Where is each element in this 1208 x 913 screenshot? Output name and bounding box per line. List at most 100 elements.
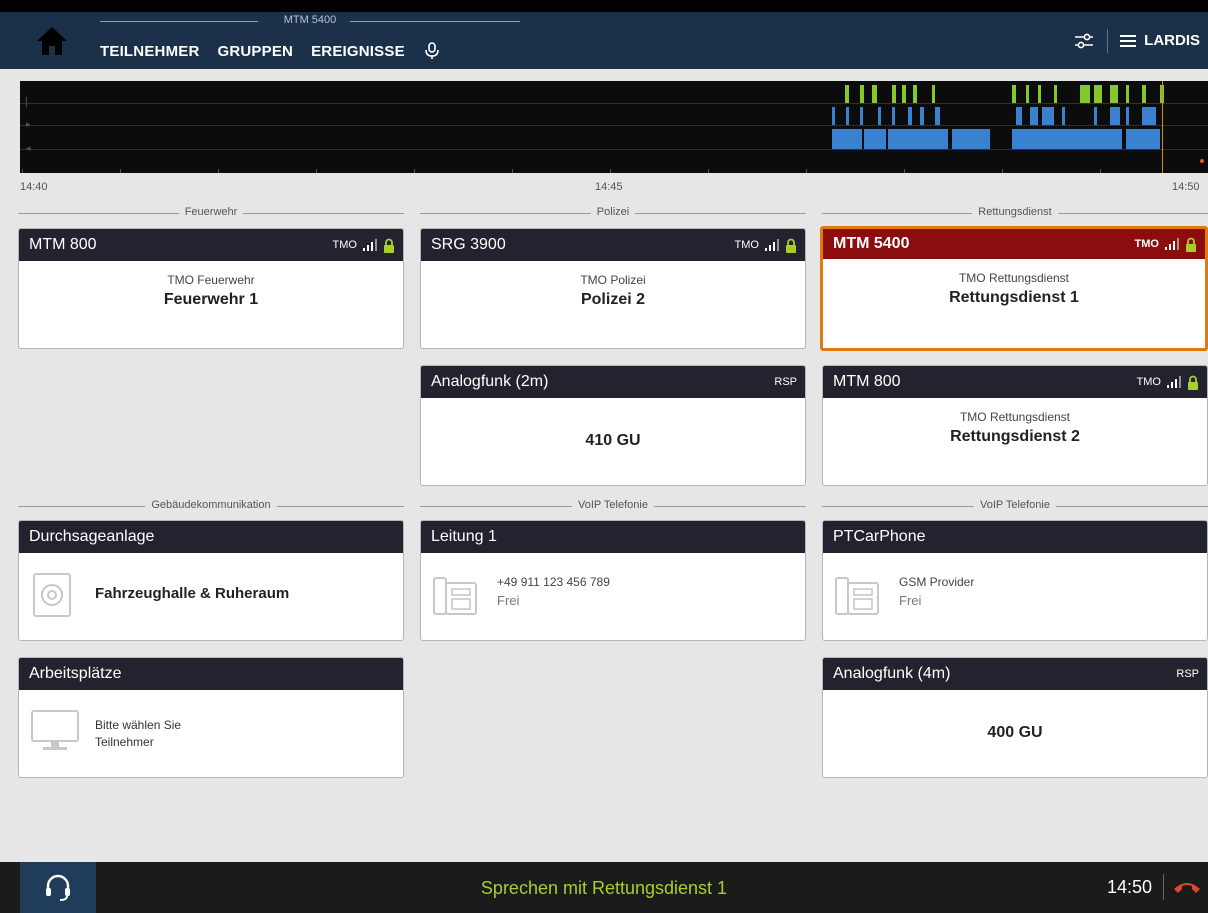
network-label: TMO: [1136, 376, 1161, 388]
provider-name: GSM Provider: [899, 575, 975, 589]
nav-ereignisse[interactable]: EREIGNISSE: [311, 43, 405, 60]
card-analogfunk-4m[interactable]: Analogfunk (4m) RSP 400 GU: [822, 657, 1208, 778]
hang-up-icon[interactable]: [1172, 874, 1202, 900]
main-grid: Feuerwehr Polizei Rettungsdienst MTM 800…: [0, 196, 1208, 862]
card-analogfunk-2m[interactable]: Analogfunk (2m) RSP 410 GU: [420, 365, 806, 486]
card-header: MTM 800 TMO: [823, 366, 1207, 398]
activity-timeline[interactable]: ▏ ▸ ◂: [20, 81, 1208, 173]
card-leitung-1[interactable]: Leitung 1 +49 911 123 456 789 Frei: [420, 520, 806, 641]
lock-icon: [1186, 237, 1196, 252]
home-icon: [37, 26, 67, 55]
menu-label: LARDIS: [1144, 32, 1200, 49]
card-title: MTM 800: [833, 373, 901, 390]
talkgroup-network: TMO Polizei: [580, 273, 646, 287]
section-label-text: Gebäudekommunikation: [145, 499, 277, 511]
timeline-activity-mark: [1126, 85, 1129, 103]
menu-button[interactable]: LARDIS: [1120, 32, 1200, 49]
timeline-activity-mark: [920, 107, 924, 125]
timeline-tick: [904, 169, 905, 173]
header-divider: [1107, 28, 1109, 53]
clock: 14:50: [1106, 877, 1152, 897]
desk-phone-icon: [433, 577, 477, 615]
network-label: RSP: [774, 376, 797, 388]
timeline-activity-mark: [845, 85, 849, 103]
timeline-activity-mark: [1126, 129, 1160, 149]
nav-teilnehmer[interactable]: TEILNEHMER: [100, 43, 200, 60]
workplace-prompt-line2: Teilnehmer: [95, 735, 154, 749]
section-feuerwehr: Feuerwehr: [18, 206, 404, 220]
talkgroup-name: Rettungsdienst 1: [949, 289, 1079, 306]
timeline-activity-mark: [908, 107, 912, 125]
timeline-activity-mark: [846, 107, 849, 125]
talkgroup-name: Rettungsdienst 2: [950, 428, 1080, 445]
card-mtm800-feuerwehr[interactable]: MTM 800 TMO TMO Feuerwehr Feuerwehr 1: [18, 228, 404, 349]
signal-icon: [1167, 376, 1181, 388]
card-title: Arbeitsplätze: [29, 665, 122, 682]
speaker-icon: [33, 573, 71, 617]
row-marker-icon: ▸: [26, 119, 31, 129]
recording-dot: [1200, 159, 1204, 163]
signal-icon: [363, 239, 377, 251]
timeline-activity-mark: [1042, 107, 1054, 125]
timeline-activity-mark: [872, 85, 877, 103]
timeline-activity-mark: [864, 129, 886, 149]
phone-number: +49 911 123 456 789: [497, 575, 610, 589]
nav-gruppen[interactable]: GRUPPEN: [218, 43, 294, 60]
card-header: MTM 5400 TMO: [823, 229, 1205, 259]
home-button[interactable]: [20, 12, 84, 69]
card-header: Analogfunk (2m) RSP: [421, 366, 805, 398]
settings-sliders-icon[interactable]: [1073, 31, 1095, 51]
card-header: MTM 800 TMO: [19, 229, 403, 261]
timeline-label-mid: 14:45: [595, 181, 623, 193]
timeline-activity-mark: [902, 85, 906, 103]
line-status: Frei: [497, 593, 520, 608]
timeline-activity-mark: [1142, 107, 1156, 125]
timeline-activity-mark: [1142, 85, 1146, 103]
card-ptcarphone[interactable]: PTCarPhone GSM Provider Frei: [822, 520, 1208, 641]
card-mtm5400-rettungsdienst[interactable]: MTM 5400 TMO TMO Rettungsdienst Rettungs…: [820, 226, 1208, 351]
timeline-label-start: 14:40: [20, 181, 48, 193]
timeline-activity-mark: [1030, 107, 1038, 125]
timeline-activity-mark: [1110, 107, 1120, 125]
section-voip-1: VoIP Telefonie: [420, 499, 806, 513]
card-title: Analogfunk (2m): [431, 373, 549, 390]
timeline-now-cursor: [1162, 81, 1163, 173]
timeline-activity-mark: [952, 129, 990, 149]
timeline-tick: [316, 169, 317, 173]
section-gebaeudekommunikation: Gebäudekommunikation: [18, 499, 404, 513]
card-title: Durchsageanlage: [29, 528, 155, 545]
card-title: Leitung 1: [431, 528, 497, 545]
card-header: Leitung 1: [421, 521, 805, 553]
timeline-activity-mark: [1080, 85, 1090, 103]
timeline-tick: [1002, 169, 1003, 173]
talkgroup-name: Feuerwehr 1: [163, 291, 259, 308]
device-name: MTM 5400: [283, 14, 337, 26]
card-srg3900-polizei[interactable]: SRG 3900 TMO TMO Polizei Polizei 2: [420, 228, 806, 349]
card-title: MTM 5400: [833, 235, 910, 252]
timeline-activity-mark: [932, 85, 935, 103]
timeline-activity-mark: [1094, 107, 1097, 125]
timeline-activity-mark: [1012, 129, 1122, 149]
card-header: PTCarPhone: [823, 521, 1207, 553]
card-durchsageanlage[interactable]: Durchsageanlage Fahrzeughalle & Ruheraum: [18, 520, 404, 641]
timeline-activity-mark: [878, 107, 881, 125]
timeline-tick: [22, 169, 23, 173]
card-header: Analogfunk (4m) RSP: [823, 658, 1207, 690]
footer-divider: [1163, 874, 1164, 900]
timeline-activity-mark: [935, 107, 940, 125]
device-title: MTM 5400: [100, 14, 520, 27]
talkgroup-name: Polizei 2: [580, 291, 646, 308]
channel-name: 410 GU: [585, 432, 641, 449]
card-arbeitsplaetze[interactable]: Arbeitsplätze Bitte wählen Sie Teilnehme…: [18, 657, 404, 778]
announcement-zone: Fahrzeughalle & Ruheraum: [95, 585, 290, 602]
line-status: Frei: [899, 593, 922, 608]
card-title: PTCarPhone: [833, 528, 926, 545]
timeline-activity-mark: [832, 107, 835, 125]
section-label-text: VoIP Telefonie: [572, 499, 654, 511]
timeline-activity-mark: [1062, 107, 1065, 125]
timeline-tick: [610, 169, 611, 173]
card-mtm800-rettungsdienst[interactable]: MTM 800 TMO TMO Rettungsdienst Rettungsd…: [822, 365, 1208, 486]
desk-phone-icon: [835, 577, 879, 615]
microphone-icon[interactable]: [423, 42, 441, 60]
channel-name: 400 GU: [987, 724, 1043, 741]
